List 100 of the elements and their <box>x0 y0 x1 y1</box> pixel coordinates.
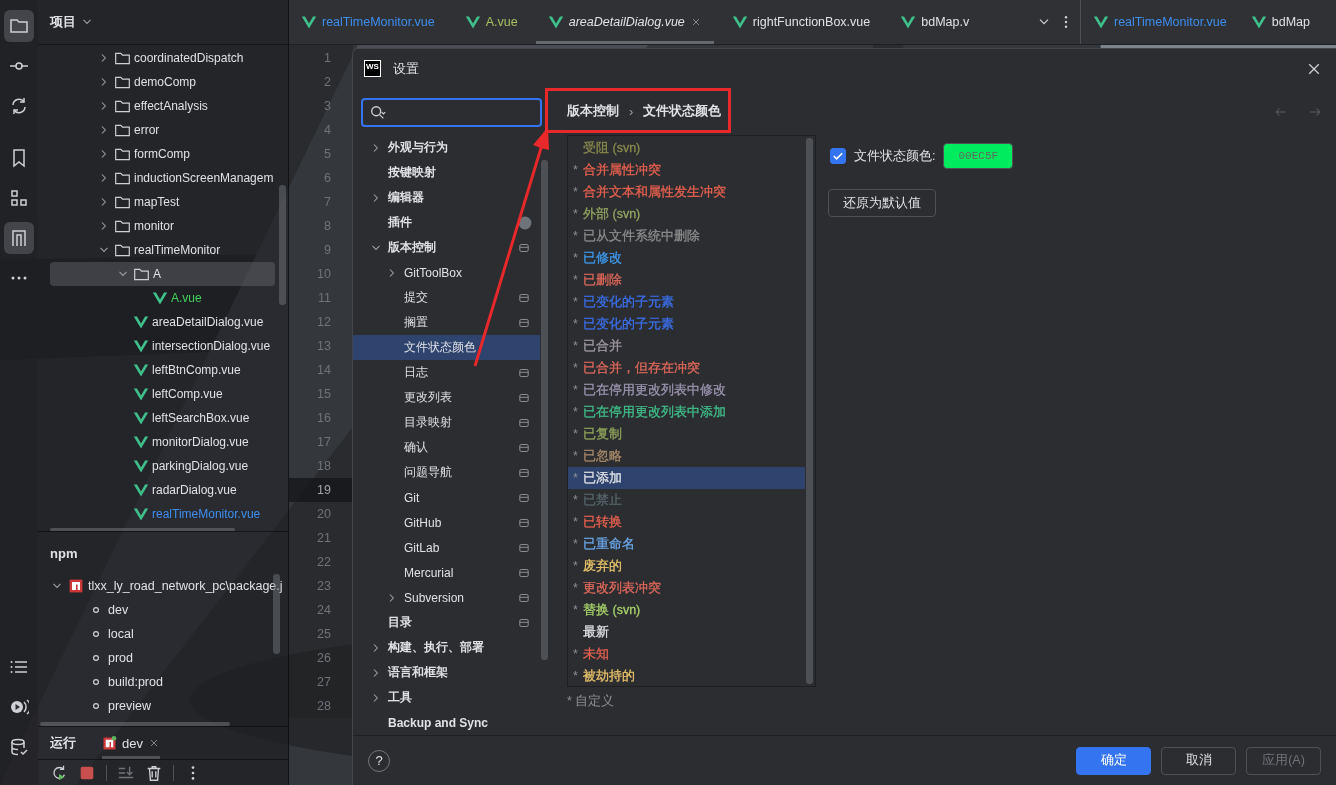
status-item[interactable]: * 已重命名 <box>568 533 805 555</box>
nav-item[interactable]: GitHub <box>353 510 540 535</box>
breadcrumb-item[interactable]: 版本控制 <box>567 103 619 120</box>
scrollbar[interactable] <box>40 722 230 726</box>
blocks-icon[interactable] <box>9 188 29 208</box>
editor-tab[interactable]: rightFunctionBox.vue <box>719 0 883 44</box>
status-item[interactable]: * 替换 (svn) <box>568 599 805 621</box>
status-item[interactable]: * 合并文本和属性发生冲突 <box>568 181 805 203</box>
tree-item[interactable]: error <box>50 118 275 142</box>
tree-item[interactable]: effectAnalysis <box>50 94 275 118</box>
nav-item[interactable]: 目录映射 <box>353 410 540 435</box>
trash-icon[interactable] <box>145 763 163 782</box>
status-item[interactable]: * 已复制 <box>568 423 805 445</box>
nav-item[interactable]: 插件 <box>353 210 540 235</box>
run-tab[interactable]: dev <box>102 727 160 759</box>
nav-item[interactable]: Backup and Sync <box>353 710 540 735</box>
services-icon[interactable] <box>9 697 29 717</box>
scrollbar[interactable] <box>806 138 813 684</box>
status-item[interactable]: * 已修改 <box>568 247 805 269</box>
status-item[interactable]: * 已转换 <box>568 511 805 533</box>
tree-item[interactable]: mapTest <box>50 190 275 214</box>
database-icon[interactable] <box>9 737 29 757</box>
status-item[interactable]: * 已从文件系统中删除 <box>568 225 805 247</box>
status-item[interactable]: 最新 <box>568 621 805 643</box>
package-item[interactable]: tlxx_ly_road_network_pc\package.j <box>38 574 288 598</box>
nav-item[interactable]: Git <box>353 485 540 510</box>
panel-title[interactable]: 运行 <box>50 734 76 752</box>
tree-item[interactable]: monitor <box>50 214 275 238</box>
status-item[interactable]: * 已在停用更改列表中修改 <box>568 379 805 401</box>
script-item[interactable]: local <box>38 622 288 646</box>
editor-tab[interactable]: bdMap.v <box>888 0 982 44</box>
tree-item[interactable]: intersectionDialog.vue <box>50 334 275 358</box>
status-item[interactable]: * 外部 (svn) <box>568 203 805 225</box>
tree-item[interactable]: leftBtnComp.vue <box>50 358 275 382</box>
status-item[interactable]: * 更改列表冲突 <box>568 577 805 599</box>
nav-item[interactable]: Subversion <box>353 585 540 610</box>
nav-item[interactable]: 编辑器 <box>353 185 540 210</box>
status-item[interactable]: * 已变化的子元素 <box>568 291 805 313</box>
nav-item[interactable]: 版本控制 <box>353 235 540 260</box>
tree-item[interactable]: areaDetailDialog.vue <box>50 310 275 334</box>
tree-item[interactable]: radarDialog.vue <box>50 478 275 502</box>
nav-item[interactable]: GitLab <box>353 535 540 560</box>
scrollbar[interactable] <box>541 160 548 660</box>
scrollbar[interactable] <box>279 185 286 305</box>
rerun-icon[interactable] <box>50 763 68 782</box>
nav-item[interactable]: 确认 <box>353 435 540 460</box>
color-swatch[interactable]: 00EC5F <box>943 143 1014 169</box>
nav-item[interactable]: 构建、执行、部署 <box>353 635 540 660</box>
nav-item[interactable]: 目录 <box>353 610 540 635</box>
nav-item[interactable]: 语言和框架 <box>353 660 540 685</box>
editor-tab[interactable]: bdMap <box>1238 0 1322 44</box>
tree-item[interactable]: demoComp <box>50 70 275 94</box>
tree-item[interactable]: realTimeMonitor <box>50 238 275 262</box>
status-item[interactable]: * 被劫持的 <box>568 665 805 687</box>
panel-title[interactable]: 项目 <box>50 13 76 31</box>
tree-item[interactable]: inductionScreenManagem <box>50 166 275 190</box>
tree-item[interactable]: monitorDialog.vue <box>50 430 275 454</box>
script-item[interactable]: preview <box>38 694 288 718</box>
reset-button[interactable]: 还原为默认值 <box>828 189 936 217</box>
status-item[interactable]: 受阻 (svn) <box>568 137 805 159</box>
editor-tab[interactable]: areaDetailDialog.vue <box>535 0 714 44</box>
tree-item[interactable]: parkingDialog.vue <box>50 454 275 478</box>
tool-button[interactable] <box>4 10 34 42</box>
status-item[interactable]: * 已添加 <box>568 467 805 489</box>
script-item[interactable]: dev <box>38 598 288 622</box>
search-field[interactable] <box>361 98 542 127</box>
status-item[interactable]: * 合并属性冲突 <box>568 159 805 181</box>
tree-item[interactable]: A.vue <box>50 286 275 310</box>
tree-item[interactable]: leftComp.vue <box>50 382 275 406</box>
status-item[interactable]: * 已合并，但存在冲突 <box>568 357 805 379</box>
checkbox[interactable] <box>830 148 846 164</box>
nav-item[interactable]: 文件状态颜色 <box>353 335 540 360</box>
tree-item[interactable]: realTimeMonitor.vue <box>50 502 275 526</box>
editor-tab[interactable]: A.vue <box>452 0 530 44</box>
status-item[interactable]: * 已删除 <box>568 269 805 291</box>
tree-item[interactable]: A <box>50 262 275 286</box>
editor-tab[interactable]: realTimeMonitor.vue <box>289 0 447 44</box>
status-item[interactable]: * 已合并 <box>568 335 805 357</box>
refresh-icon[interactable] <box>9 96 29 116</box>
nav-item[interactable]: 问题导航 <box>353 460 540 485</box>
pipe-icon[interactable] <box>9 228 29 248</box>
tool-button[interactable] <box>4 222 34 254</box>
status-item[interactable]: * 未知 <box>568 643 805 665</box>
tree-item[interactable]: leftSearchBox.vue <box>50 406 275 430</box>
nav-item[interactable]: 搁置 <box>353 310 540 335</box>
nav-item[interactable]: 工具 <box>353 685 540 710</box>
nav-item[interactable]: 外观与行为 <box>353 135 540 160</box>
folder-icon[interactable] <box>9 16 29 36</box>
editor-tab[interactable]: realTimeMonitor.vue <box>1081 0 1239 44</box>
nav-item[interactable]: 提交 <box>353 285 540 310</box>
scrollbar[interactable] <box>50 528 235 531</box>
script-item[interactable]: prod <box>38 646 288 670</box>
nav-item[interactable]: 按键映射 <box>353 160 540 185</box>
script-item[interactable]: build:prod <box>38 670 288 694</box>
status-item[interactable]: * 废弃的 <box>568 555 805 577</box>
tree-item[interactable]: formComp <box>50 142 275 166</box>
nav-item[interactable]: GitToolBox <box>353 260 540 285</box>
nav-item[interactable]: Mercurial <box>353 560 540 585</box>
tree-item[interactable]: coordinatedDispatch <box>50 46 275 70</box>
nav-item[interactable]: 更改列表 <box>353 385 540 410</box>
